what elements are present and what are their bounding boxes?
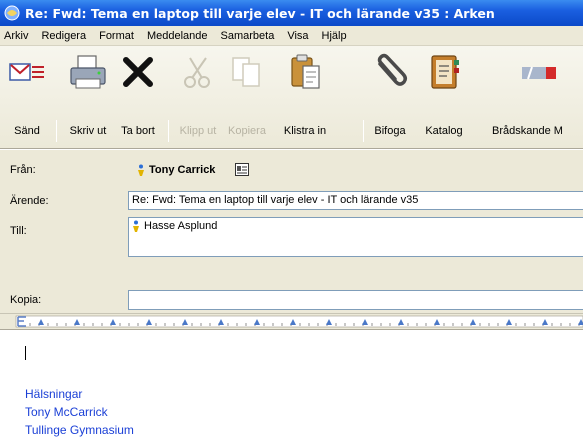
subject-input[interactable]: Re: Fwd: Tema en laptop till varje elev … <box>128 191 583 210</box>
delete-label: Ta bort <box>121 125 155 137</box>
signature-line-3: Tullinge Gymnasium <box>25 423 134 437</box>
copy-button[interactable]: Kopiera <box>222 46 272 149</box>
menu-redigera[interactable]: Redigera <box>41 30 86 42</box>
message-header: Från: Tony Carrick Ärende: Re: Fwd: Tema… <box>0 150 583 313</box>
window-title-bar[interactable]: Re: Fwd: Tema en laptop till varje elev … <box>0 0 583 26</box>
attach-label: Bifoga <box>374 125 406 137</box>
toolbar: Sänd Skriv ut Ta bort Klipp ut Kopiera K… <box>0 46 583 149</box>
menu-arkiv[interactable]: Arkiv <box>4 30 28 42</box>
paste-button[interactable]: Klistra in <box>274 46 336 149</box>
to-input[interactable]: Hasse Asplund <box>128 217 583 257</box>
subject-text: Re: Fwd: Tema en laptop till varje elev … <box>132 194 419 206</box>
toolbar-separator <box>56 120 57 142</box>
address-book-icon <box>431 55 459 89</box>
delete-x-icon <box>123 57 153 87</box>
to-recipient: Hasse Asplund <box>144 220 218 232</box>
from-value[interactable]: Tony Carrick <box>137 164 216 177</box>
send-button[interactable]: Sänd <box>2 46 52 149</box>
copy-icon <box>232 57 260 87</box>
cc-input[interactable] <box>128 290 583 310</box>
contact-card-icon[interactable] <box>235 163 249 176</box>
clipboard-paste-icon <box>291 54 320 89</box>
priority-flag-icon <box>521 66 556 80</box>
text-caret <box>25 346 26 360</box>
send-label: Sänd <box>14 125 40 137</box>
ruler-scale <box>15 315 583 328</box>
person-icon <box>133 220 139 233</box>
menu-meddelande[interactable]: Meddelande <box>147 30 208 42</box>
catalog-label: Katalog <box>425 125 463 137</box>
print-button[interactable]: Skriv ut <box>60 46 116 149</box>
toolbar-separator <box>168 120 169 142</box>
menu-format[interactable]: Format <box>99 30 134 42</box>
app-icon <box>4 5 20 21</box>
attach-button[interactable]: Bifoga <box>366 46 414 149</box>
delete-button[interactable]: Ta bort <box>112 46 164 149</box>
cut-button[interactable]: Klipp ut <box>172 46 224 149</box>
from-name-text: Tony Carrick <box>149 164 216 176</box>
menu-bar: Arkiv Redigera Format Meddelande Samarbe… <box>0 26 583 46</box>
send-mail-icon <box>9 63 44 81</box>
message-body[interactable]: Hälsningar Tony McCarrick Tullinge Gymna… <box>0 330 583 447</box>
subject-label: Ärende: <box>10 195 49 207</box>
print-label: Skriv ut <box>69 125 107 137</box>
printer-icon <box>70 55 106 89</box>
copy-label: Kopiera <box>228 125 266 137</box>
signature-line-1: Hälsningar <box>25 387 83 401</box>
person-icon <box>138 164 144 177</box>
format-ruler[interactable] <box>0 313 583 330</box>
to-label: Till: <box>10 225 27 237</box>
paste-label: Klistra in <box>283 125 327 137</box>
paperclip-icon <box>377 53 408 86</box>
urgent-label: Brådskande M <box>492 125 563 137</box>
scissors-icon <box>184 57 210 88</box>
menu-hjalp[interactable]: Hjälp <box>322 30 347 42</box>
menu-visa[interactable]: Visa <box>287 30 308 42</box>
menu-samarbeta[interactable]: Samarbeta <box>221 30 275 42</box>
catalog-button[interactable]: Katalog <box>418 46 470 149</box>
window-title: Re: Fwd: Tema en laptop till varje elev … <box>25 5 495 21</box>
signature-line-2: Tony McCarrick <box>25 405 108 419</box>
from-label: Från: <box>10 164 36 176</box>
toolbar-separator <box>363 120 364 142</box>
urgent-button[interactable]: Brådskande M <box>492 46 583 149</box>
cc-label: Kopia: <box>10 294 42 306</box>
cut-label: Klipp ut <box>179 125 217 137</box>
